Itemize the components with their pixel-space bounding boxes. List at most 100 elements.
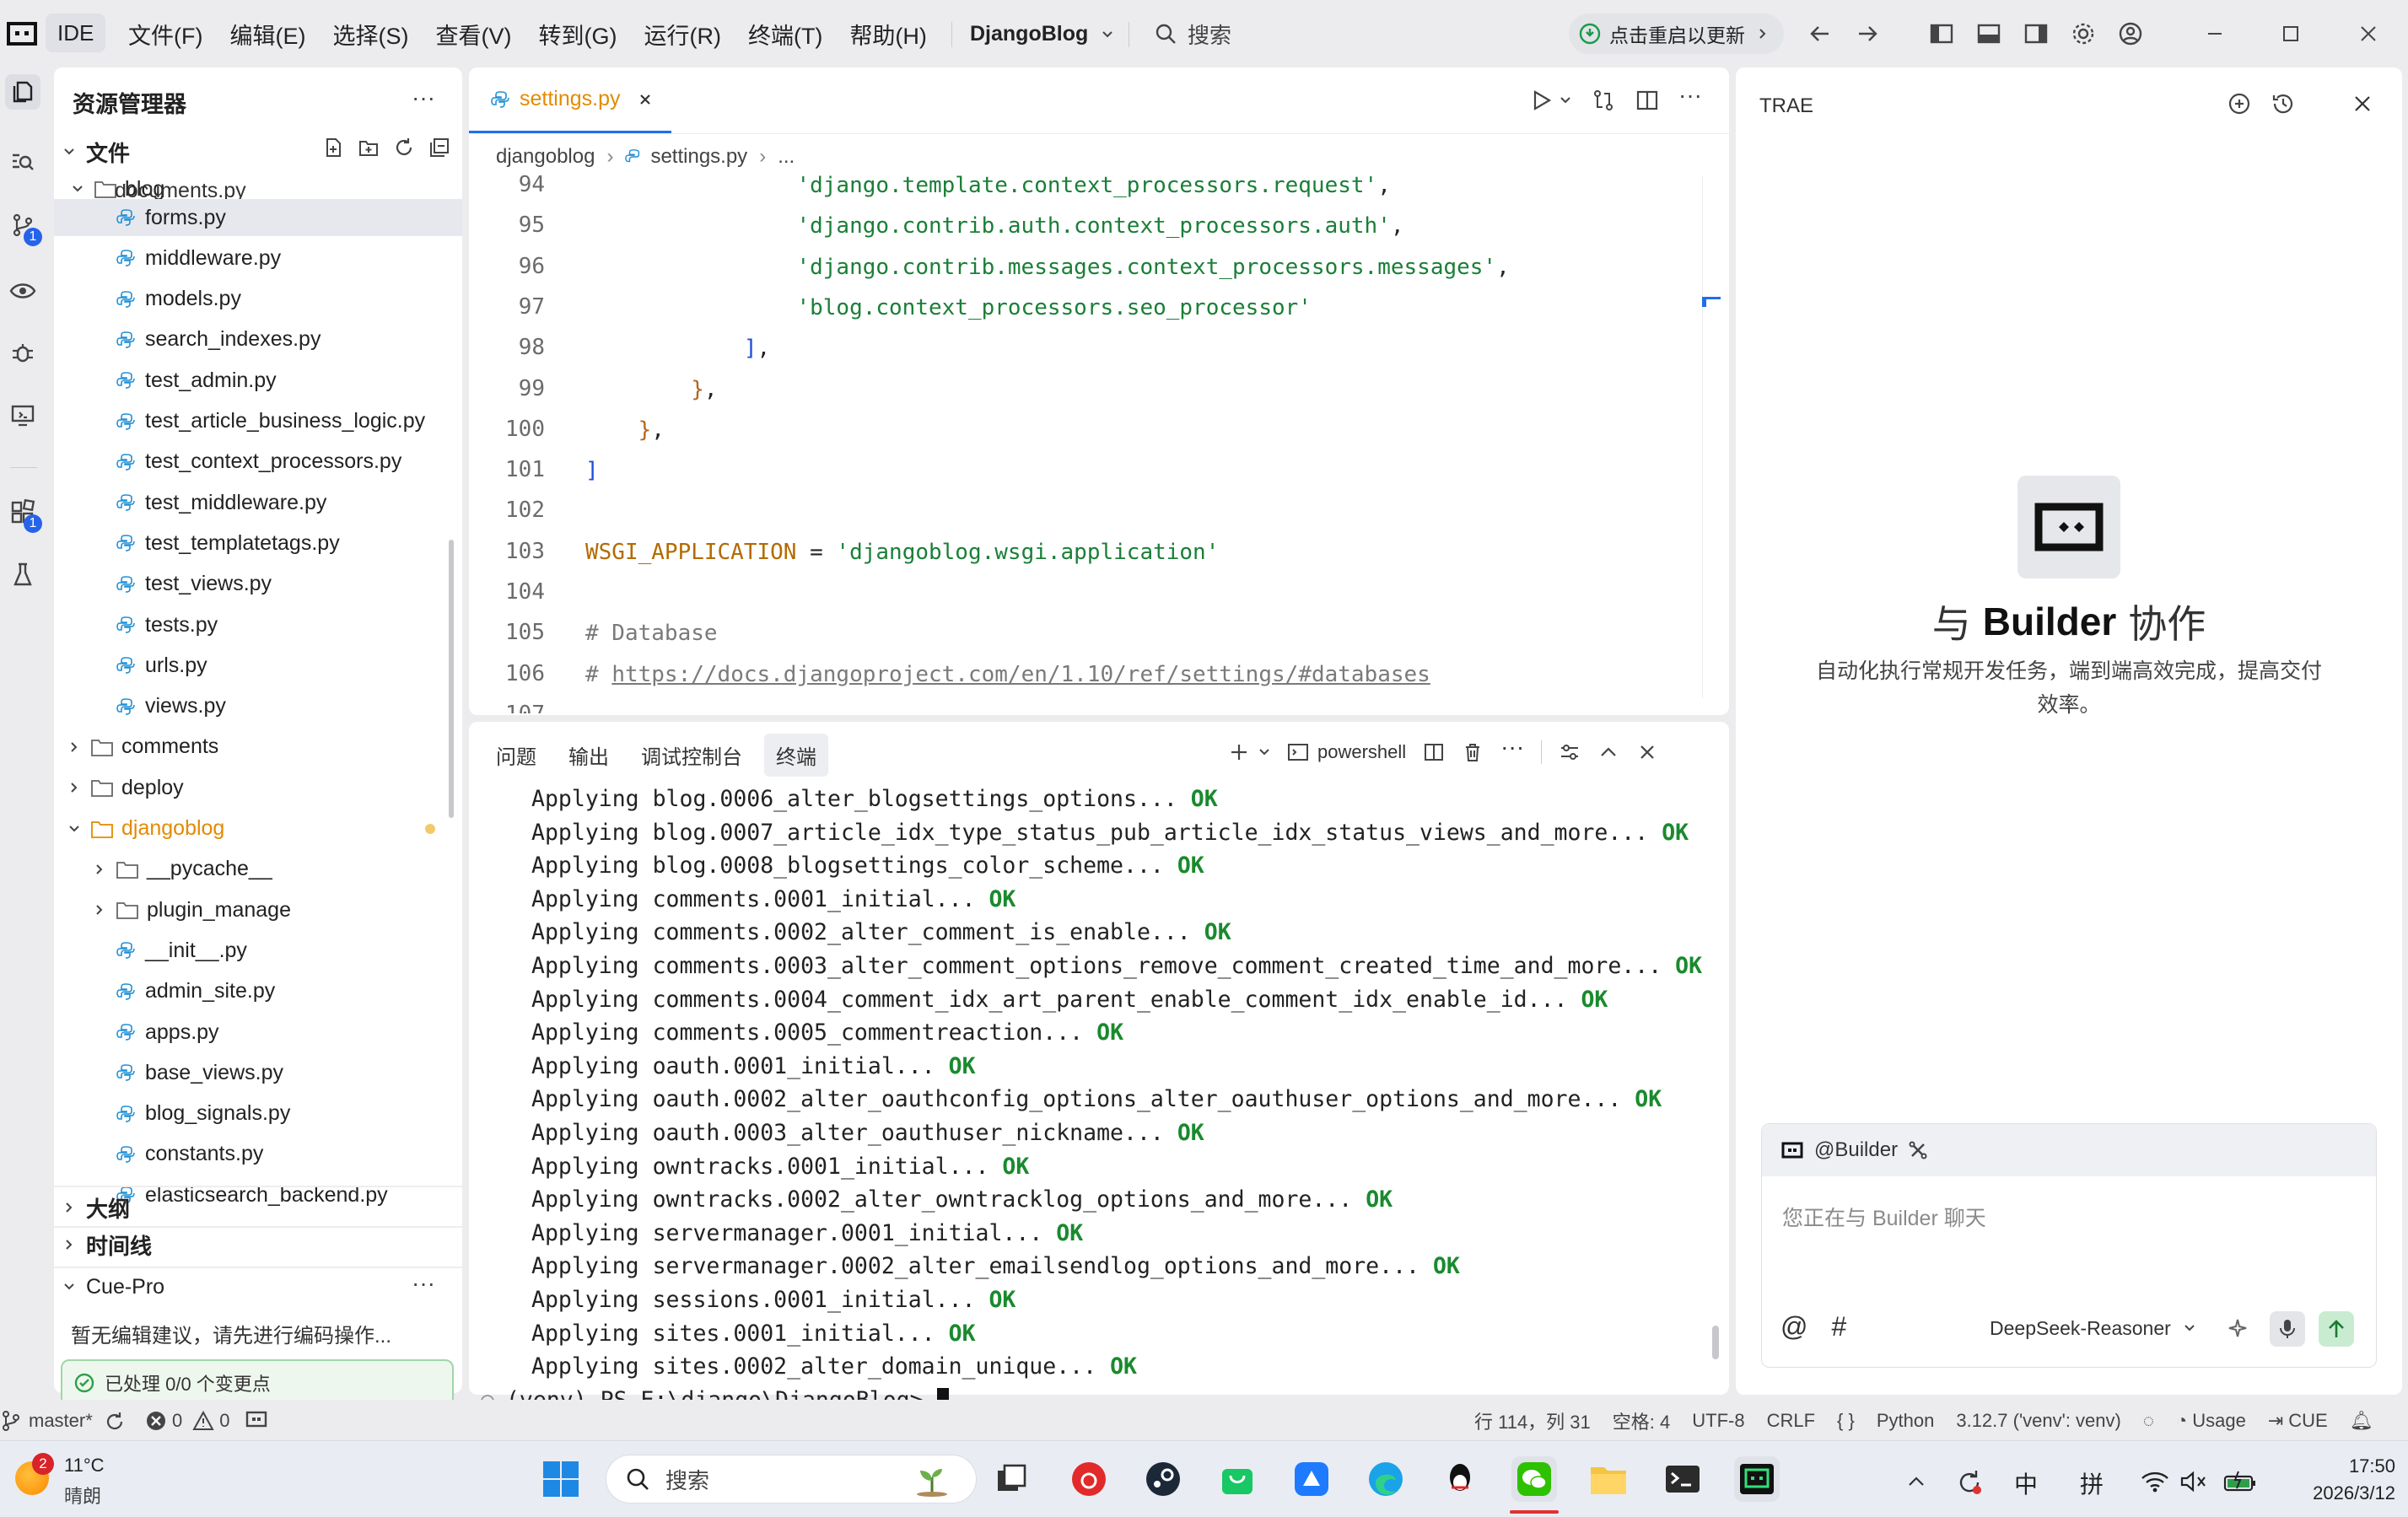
tab-settings-py[interactable]: settings.py <box>469 67 671 133</box>
notifications-bell-icon[interactable]: 🔔︎ <box>2350 1410 2373 1432</box>
close-chat-icon[interactable] <box>2351 93 2373 115</box>
close-window-icon[interactable] <box>2355 20 2382 47</box>
file-explorer-icon[interactable] <box>1586 1456 1631 1502</box>
shopping-bag-app-icon[interactable] <box>1215 1456 1260 1502</box>
settings-gear-icon[interactable] <box>2070 20 2097 47</box>
restart-update-button[interactable]: 点击重启以更新 <box>1569 13 1784 54</box>
explorer-scrollbar[interactable] <box>449 540 454 818</box>
toggle-secondary-sidebar-icon[interactable] <box>2023 20 2050 47</box>
new-terminal-plus-icon[interactable] <box>1228 741 1250 763</box>
folder-item[interactable]: plugin_manage <box>54 891 462 928</box>
tray-sync-app-icon[interactable] <box>1955 1468 1984 1497</box>
remote-explorer-activity-icon[interactable] <box>5 398 40 433</box>
file-item[interactable]: test_middleware.py <box>54 484 462 521</box>
folder-item[interactable]: comments <box>54 729 462 766</box>
wechat-app-icon[interactable] <box>1511 1456 1557 1502</box>
menu-edit[interactable]: 编辑(E) <box>229 18 305 51</box>
qq-app-icon[interactable] <box>1437 1456 1483 1502</box>
menu-file[interactable]: 文件(F) <box>128 18 202 51</box>
chevron-down-icon[interactable] <box>1559 94 1572 107</box>
menu-view[interactable]: 查看(V) <box>435 18 511 51</box>
maximize-panel-chevron-up-icon[interactable] <box>1597 741 1619 763</box>
toggle-panel-icon[interactable] <box>1975 20 2002 47</box>
branch-status[interactable]: master* <box>0 1410 93 1432</box>
history-icon[interactable] <box>2271 91 2296 116</box>
cue-status[interactable]: ⇥ CUE <box>2268 1410 2328 1432</box>
maximize-icon[interactable] <box>2277 20 2304 47</box>
feishu-app-icon[interactable] <box>1289 1456 1334 1502</box>
file-item[interactable]: __init__.py <box>54 932 462 969</box>
volume-muted-icon[interactable] <box>2179 1470 2208 1493</box>
split-terminal-icon[interactable] <box>1423 741 1445 763</box>
files-section-header[interactable]: 文件 <box>62 135 130 169</box>
file-item[interactable]: test_templatetags.py <box>54 524 462 562</box>
breadcrumb-file[interactable]: settings.py <box>650 145 747 169</box>
taskbar-search[interactable]: 搜索 <box>606 1455 977 1504</box>
clock[interactable]: 17:50 2026/3/12 <box>2277 1453 2395 1507</box>
file-item[interactable]: apps.py <box>54 1014 462 1051</box>
minimize-icon[interactable] <box>2201 20 2228 47</box>
file-item[interactable]: views.py <box>54 688 462 725</box>
tab-terminal[interactable]: 终端 <box>764 733 828 777</box>
refresh-icon[interactable] <box>393 137 415 159</box>
usage-status[interactable]: ◔ Usage <box>2176 1410 2246 1432</box>
ime-mode[interactable]: 拼 <box>2080 1466 2104 1500</box>
project-switcher[interactable]: DjangoBlog <box>970 19 1115 49</box>
hashtag-context-icon[interactable]: # <box>1831 1311 1846 1342</box>
weather-condition[interactable]: 晴朗 <box>64 1482 101 1509</box>
file-item[interactable]: test_views.py <box>54 566 462 603</box>
folder-item[interactable]: deploy <box>54 769 462 806</box>
python-interpreter[interactable]: 3.12.7 ('venv': venv) <box>1956 1410 2121 1432</box>
explorer-activity-icon[interactable] <box>5 74 40 110</box>
tab-problems[interactable]: 问题 <box>486 740 547 770</box>
menu-run[interactable]: 运行(R) <box>644 18 720 51</box>
folder-item[interactable]: __pycache__ <box>54 851 462 888</box>
send-button[interactable] <box>2319 1311 2354 1347</box>
language-mode[interactable]: Python <box>1877 1410 1935 1432</box>
agent-selector[interactable]: @Builder <box>1762 1124 2376 1176</box>
sync-icon[interactable] <box>103 1410 127 1434</box>
battery-charging-icon[interactable] <box>2223 1470 2257 1493</box>
terminal-shell-selector[interactable]: powershell <box>1287 741 1406 763</box>
mention-at-icon[interactable]: @ <box>1780 1311 1807 1342</box>
voice-mic-button[interactable] <box>2270 1311 2305 1347</box>
model-selector[interactable]: DeepSeek-Reasoner <box>1990 1311 2196 1345</box>
tab-debug-console[interactable]: 调试控制台 <box>631 740 752 770</box>
file-item[interactable]: test_admin.py <box>54 362 462 399</box>
code-area[interactable]: 94 'django.template.context_processors.r… <box>469 167 1683 713</box>
file-item[interactable]: test_context_processors.py <box>54 444 462 481</box>
panel-settings-sliders-icon[interactable] <box>1559 741 1581 763</box>
file-item[interactable]: admin_site.py <box>54 973 462 1010</box>
forward-arrow-icon[interactable] <box>1854 20 1881 47</box>
file-item[interactable]: search_indexes.py <box>54 321 462 358</box>
edge-browser-icon[interactable] <box>1363 1456 1409 1502</box>
split-editor-icon[interactable] <box>1635 88 1660 113</box>
search-activity-icon[interactable] <box>5 145 40 180</box>
close-tab-icon[interactable] <box>638 92 653 107</box>
extensions-activity-icon[interactable]: 1 <box>5 494 42 533</box>
outline-section-header[interactable]: 大纲 <box>62 1189 130 1226</box>
timeline-section-header[interactable]: 时间线 <box>62 1226 152 1263</box>
new-folder-icon[interactable] <box>358 137 380 159</box>
indentation[interactable]: 空格: 4 <box>1613 1407 1670 1434</box>
start-windows-icon[interactable] <box>538 1456 584 1502</box>
file-item[interactable]: models.py <box>54 281 462 318</box>
line-ending[interactable]: CRLF <box>1767 1410 1815 1432</box>
trae-app-icon[interactable] <box>1734 1456 1780 1502</box>
steam-icon[interactable] <box>1140 1456 1186 1502</box>
file-item[interactable]: forms.py <box>54 199 462 236</box>
language-braces-icon[interactable]: { } <box>1837 1410 1855 1432</box>
file-item[interactable]: tests.py <box>54 606 462 643</box>
new-file-icon[interactable] <box>322 137 344 159</box>
close-panel-icon[interactable] <box>1636 741 1658 763</box>
remote-status-icon[interactable] <box>245 1410 268 1432</box>
source-control-activity-icon[interactable]: 1 <box>5 207 42 246</box>
more-actions-icon[interactable]: ··· <box>1678 82 1702 109</box>
file-item[interactable]: test_article_business_logic.py <box>54 403 462 440</box>
cue-pro-section-header[interactable]: Cue-Pro <box>62 1268 164 1305</box>
breadcrumb-folder[interactable]: djangoblog <box>496 145 595 169</box>
debug-activity-icon[interactable] <box>5 336 40 371</box>
terminal-output[interactable]: Applying blog.0006_alter_blogsettings_op… <box>469 784 1717 1414</box>
wifi-icon[interactable] <box>2141 1470 2169 1493</box>
menu-terminal[interactable]: 终端(T) <box>748 18 822 51</box>
